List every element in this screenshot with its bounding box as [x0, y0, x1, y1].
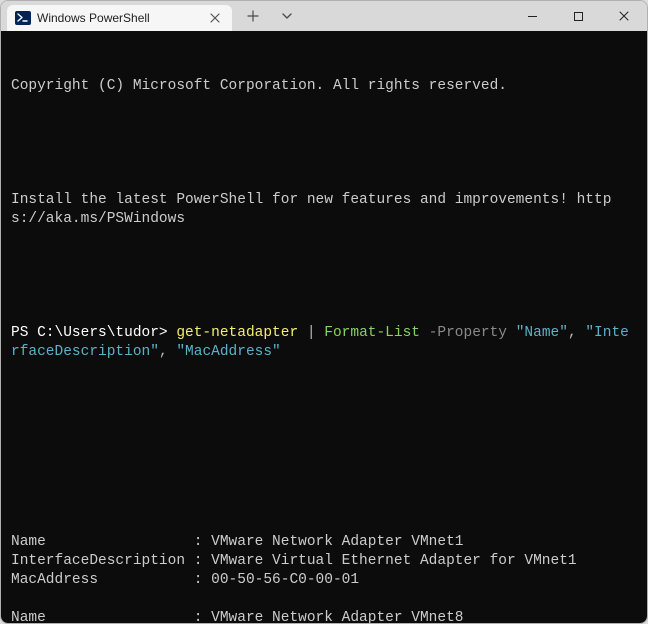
close-window-button[interactable] — [601, 1, 647, 31]
tab-title: Windows PowerShell — [37, 11, 200, 25]
tab-powershell[interactable]: Windows PowerShell — [7, 5, 232, 31]
powershell-icon — [15, 10, 31, 26]
titlebar-drag-area[interactable] — [302, 1, 509, 31]
pipe: | — [307, 325, 316, 341]
adapter-desc: InterfaceDescription : VMware Virtual Et… — [11, 552, 637, 571]
adapter-block: Name : VMware Network Adapter VMnet1Inte… — [11, 533, 637, 590]
arg-0: "Name" — [516, 325, 568, 341]
minimize-icon — [527, 11, 538, 22]
filter-cmdlet: Format-List — [324, 325, 420, 341]
terminal-output[interactable]: Copyright (C) Microsoft Corporation. All… — [1, 31, 647, 623]
adapter-name: Name : VMware Network Adapter VMnet8 — [11, 609, 637, 623]
adapter-block: Name : VMware Network Adapter VMnet8Inte… — [11, 609, 637, 623]
blank-line — [11, 457, 637, 476]
blank-line — [11, 267, 637, 286]
close-icon — [618, 10, 630, 22]
flag: -Property — [429, 325, 507, 341]
tab-close-button[interactable] — [206, 9, 224, 27]
cmdlet: get-netadapter — [176, 325, 298, 341]
plus-icon — [247, 10, 259, 22]
minimize-button[interactable] — [509, 1, 555, 31]
command-line: PS C:\Users\tudor> get-netadapter | Form… — [11, 324, 637, 362]
tab-dropdown-button[interactable] — [272, 1, 302, 31]
copyright-line: Copyright (C) Microsoft Corporation. All… — [11, 77, 637, 96]
blank-line — [11, 134, 637, 153]
titlebar: Windows PowerShell — [1, 1, 647, 31]
install-msg-line: Install the latest PowerShell for new fe… — [11, 191, 637, 229]
window-controls — [509, 1, 647, 31]
chevron-down-icon — [281, 10, 293, 22]
maximize-button[interactable] — [555, 1, 601, 31]
close-icon — [210, 13, 220, 23]
app-window: Windows PowerShell — [0, 0, 648, 624]
blank-line — [11, 400, 637, 419]
prompt: PS C:\Users\tudor> — [11, 325, 176, 341]
adapter-name: Name : VMware Network Adapter VMnet1 — [11, 533, 637, 552]
adapter-mac: MacAddress : 00-50-56-C0-00-01 — [11, 571, 637, 590]
adapters-output: Name : VMware Network Adapter VMnet1Inte… — [11, 533, 637, 623]
maximize-icon — [573, 11, 584, 22]
new-tab-button[interactable] — [238, 1, 268, 31]
tab-actions — [232, 1, 302, 31]
arg-2: "MacAddress" — [176, 344, 280, 360]
blank-line — [11, 590, 637, 609]
